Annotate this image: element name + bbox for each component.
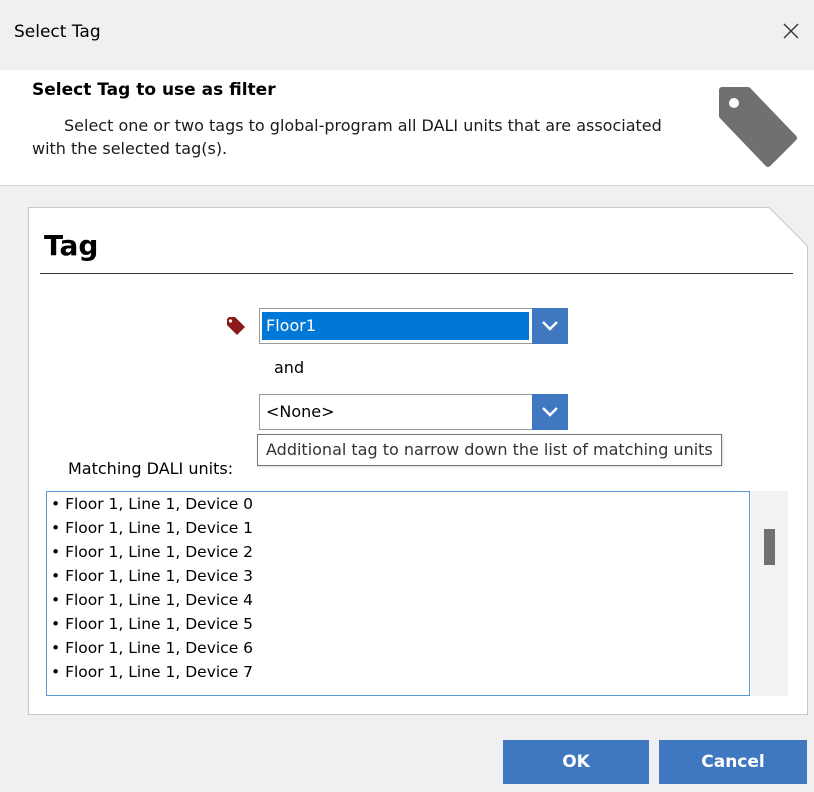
scrollbar-thumb[interactable] xyxy=(764,529,775,565)
list-item[interactable]: • Floor 1, Line 1, Device 4 xyxy=(47,588,749,612)
tag2-dropdown[interactable]: <None> xyxy=(259,394,568,430)
cancel-button[interactable]: Cancel xyxy=(659,740,807,784)
chevron-down-icon xyxy=(542,321,558,331)
tag1-selected-value: Floor1 xyxy=(262,312,529,340)
list-scrollbar[interactable] xyxy=(751,491,788,696)
heading-divider xyxy=(40,273,793,274)
title-bar: Select Tag xyxy=(0,0,814,70)
chevron-down-icon xyxy=(542,407,558,417)
close-button[interactable] xyxy=(774,14,808,48)
tag-small-icon xyxy=(227,317,245,335)
list-item[interactable]: • Floor 1, Line 1, Device 2 xyxy=(47,540,749,564)
header-description: Select one or two tags to global-program… xyxy=(32,116,662,158)
list-item[interactable]: • Floor 1, Line 1, Device 7 xyxy=(47,660,749,684)
and-label: and xyxy=(274,358,305,377)
list-item[interactable]: • Floor 1, Line 1, Device 3 xyxy=(47,564,749,588)
ok-button[interactable]: OK xyxy=(503,740,649,784)
matching-units-label: Matching DALI units: xyxy=(68,459,234,478)
list-item[interactable]: • Floor 1, Line 1, Device 6 xyxy=(47,636,749,660)
window-title: Select Tag xyxy=(14,22,101,42)
dialog-header: Select Tag to use as filter Select one o… xyxy=(0,70,814,186)
list-item[interactable]: • Floor 1, Line 1, Device 0 xyxy=(47,492,749,516)
list-item[interactable]: • Floor 1, Line 1, Device 5 xyxy=(47,612,749,636)
tag2-selected-value: <None> xyxy=(266,402,335,421)
header-title: Select Tag to use as filter xyxy=(32,80,276,100)
close-icon xyxy=(783,23,799,39)
matching-units-list[interactable]: • Floor 1, Line 1, Device 0 • Floor 1, L… xyxy=(46,491,750,696)
list-item[interactable]: • Floor 1, Line 1, Device 1 xyxy=(47,516,749,540)
tag2-tooltip: Additional tag to narrow down the list o… xyxy=(257,434,722,466)
tag2-dropdown-button[interactable] xyxy=(532,394,568,430)
tag-icon xyxy=(719,87,797,167)
panel-heading: Tag xyxy=(44,229,99,262)
tag-panel: Tag Floor1 and <None> Additional tag to … xyxy=(28,207,808,715)
tag1-dropdown[interactable]: Floor1 xyxy=(259,308,568,344)
tag1-dropdown-button[interactable] xyxy=(532,308,568,344)
